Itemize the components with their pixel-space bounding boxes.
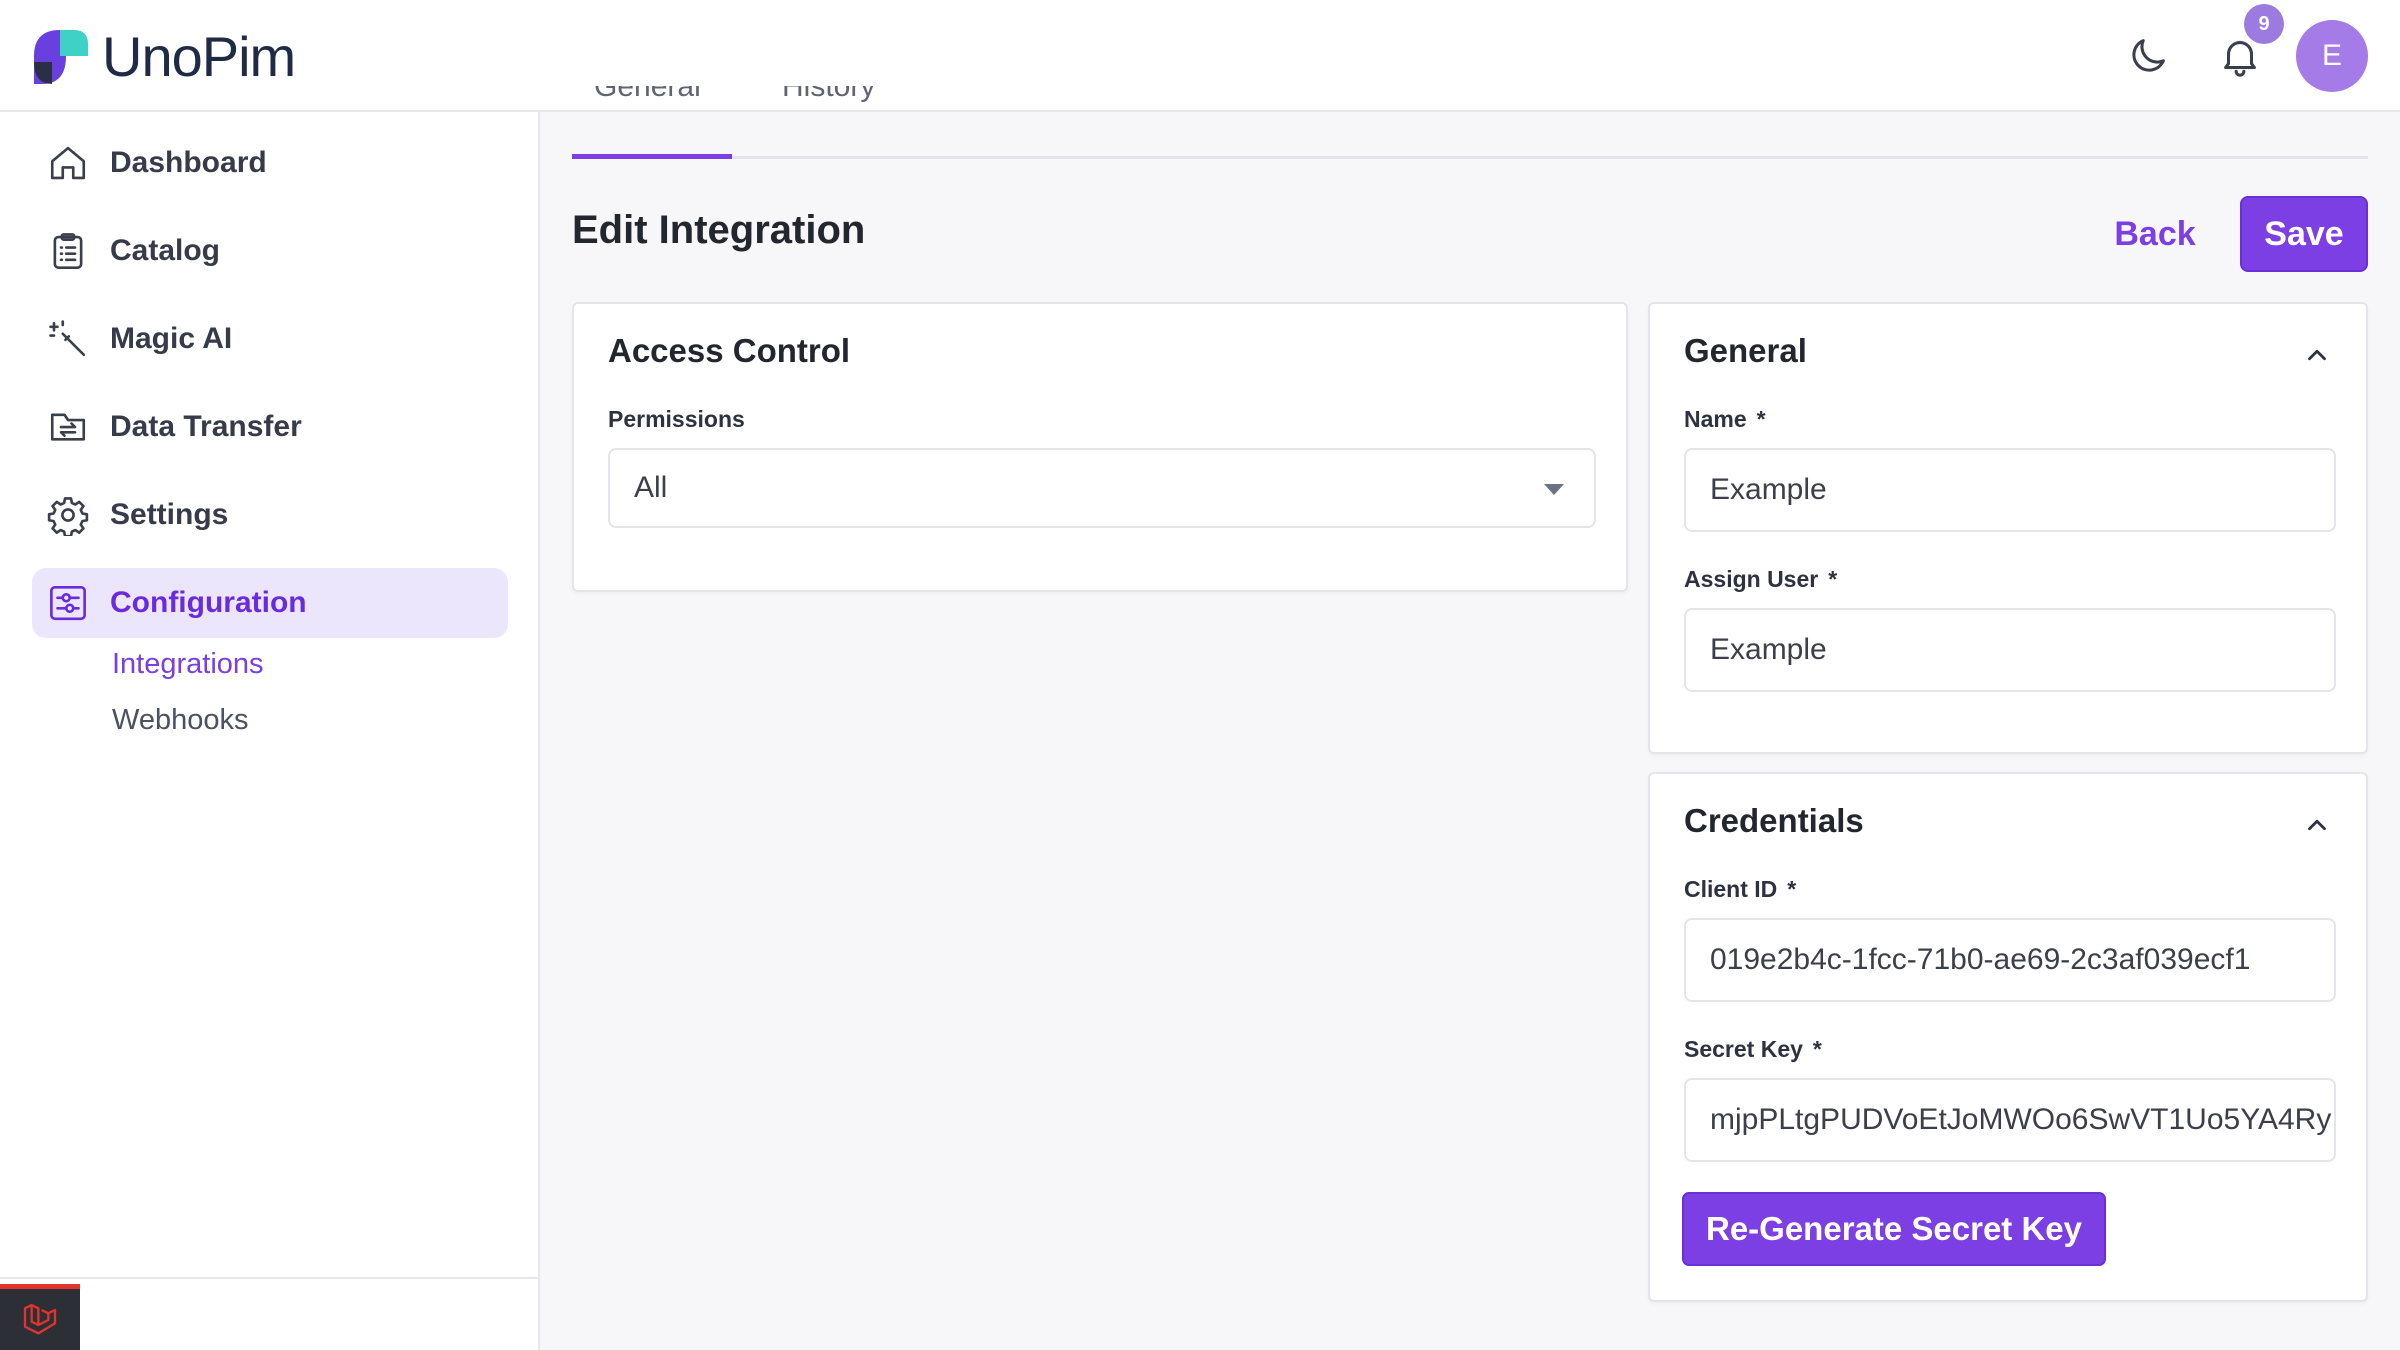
sidebar-item-magic-ai[interactable]: Magic AI	[32, 304, 508, 374]
dark-mode-toggle[interactable]	[2120, 28, 2176, 84]
secret-key-label: Secret Key *	[1684, 1036, 1822, 1062]
unopim-logo-icon	[30, 26, 92, 88]
brand-logo[interactable]: UnoPim	[30, 24, 296, 89]
sidebar-item-label: Data Transfer	[110, 410, 302, 443]
sidebar-item-label: Dashboard	[110, 146, 267, 179]
gear-icon	[46, 493, 90, 537]
clipboard-icon	[46, 229, 90, 273]
client-id-input[interactable]: 019e2b4c-1fcc-71b0-ae69-2c3af039ecf1	[1684, 918, 2336, 1002]
user-avatar[interactable]: E	[2296, 20, 2368, 92]
home-icon	[46, 141, 90, 185]
sidebar-item-catalog[interactable]: Catalog	[32, 216, 508, 286]
permissions-selected-value: All	[634, 471, 668, 504]
sidebar: Dashboard Catalog Magic AI Data Transfer…	[0, 112, 540, 1350]
name-label: Name *	[1684, 406, 1766, 432]
general-title: General	[1684, 332, 1807, 369]
assign-user-label: Assign User *	[1684, 566, 1838, 592]
sidebar-item-data-transfer[interactable]: Data Transfer	[32, 392, 508, 462]
data-transfer-icon	[46, 405, 90, 449]
sidebar-item-label: Catalog	[110, 234, 221, 267]
top-header: UnoPim 9 E	[0, 0, 2400, 112]
general-card: General Name * Example Assign User * Examp…	[1648, 302, 2368, 754]
chevron-up-icon[interactable]	[2302, 340, 2332, 370]
secret-key-input[interactable]: mjpPLtgPUDVoEtJoMWOo6SwVT1Uo5YA4Ry	[1684, 1078, 2336, 1162]
access-control-card: Access Control Permissions All	[572, 302, 1628, 592]
notification-count-badge: 9	[2244, 4, 2284, 44]
caret-down-icon	[1544, 484, 1564, 495]
client-id-label: Client ID *	[1684, 876, 1797, 902]
brand-name: UnoPim	[102, 25, 296, 88]
assign-user-input[interactable]: Example	[1684, 608, 2336, 692]
chevron-up-icon[interactable]	[2302, 810, 2332, 840]
save-button[interactable]: Save	[2240, 196, 2368, 272]
credentials-title: Credentials	[1684, 802, 1864, 839]
name-input[interactable]: Example	[1684, 448, 2336, 532]
sidebar-item-configuration[interactable]: Configuration	[32, 568, 508, 638]
sidebar-item-dashboard[interactable]: Dashboard	[32, 128, 508, 198]
magic-wand-icon	[46, 317, 90, 361]
back-button[interactable]: Back	[2100, 196, 2210, 272]
debugbar-toggle[interactable]	[0, 1284, 80, 1350]
tab-general[interactable]: General	[594, 86, 701, 122]
active-tab-indicator	[572, 154, 732, 159]
tabs-divider	[572, 156, 2368, 159]
tab-history[interactable]: History	[782, 86, 875, 122]
sidebar-subitem-integrations[interactable]: Integrations	[112, 648, 264, 681]
sidebar-item-label: Configuration	[110, 586, 307, 619]
permissions-select[interactable]: All	[608, 448, 1596, 528]
sliders-icon	[46, 581, 90, 625]
page-title: Edit Integration	[572, 208, 866, 252]
laravel-icon	[23, 1303, 57, 1334]
moon-icon	[2132, 39, 2165, 72]
access-control-title: Access Control	[608, 332, 851, 369]
sidebar-item-label: Settings	[110, 498, 229, 531]
sidebar-item-settings[interactable]: Settings	[32, 480, 508, 550]
sidebar-item-label: Magic AI	[110, 322, 233, 355]
sidebar-subitem-webhooks[interactable]: Webhooks	[112, 704, 249, 737]
sidebar-divider	[0, 1277, 538, 1279]
regenerate-secret-key-button[interactable]: Re-Generate Secret Key	[1682, 1192, 2106, 1266]
permissions-label: Permissions	[608, 406, 745, 432]
